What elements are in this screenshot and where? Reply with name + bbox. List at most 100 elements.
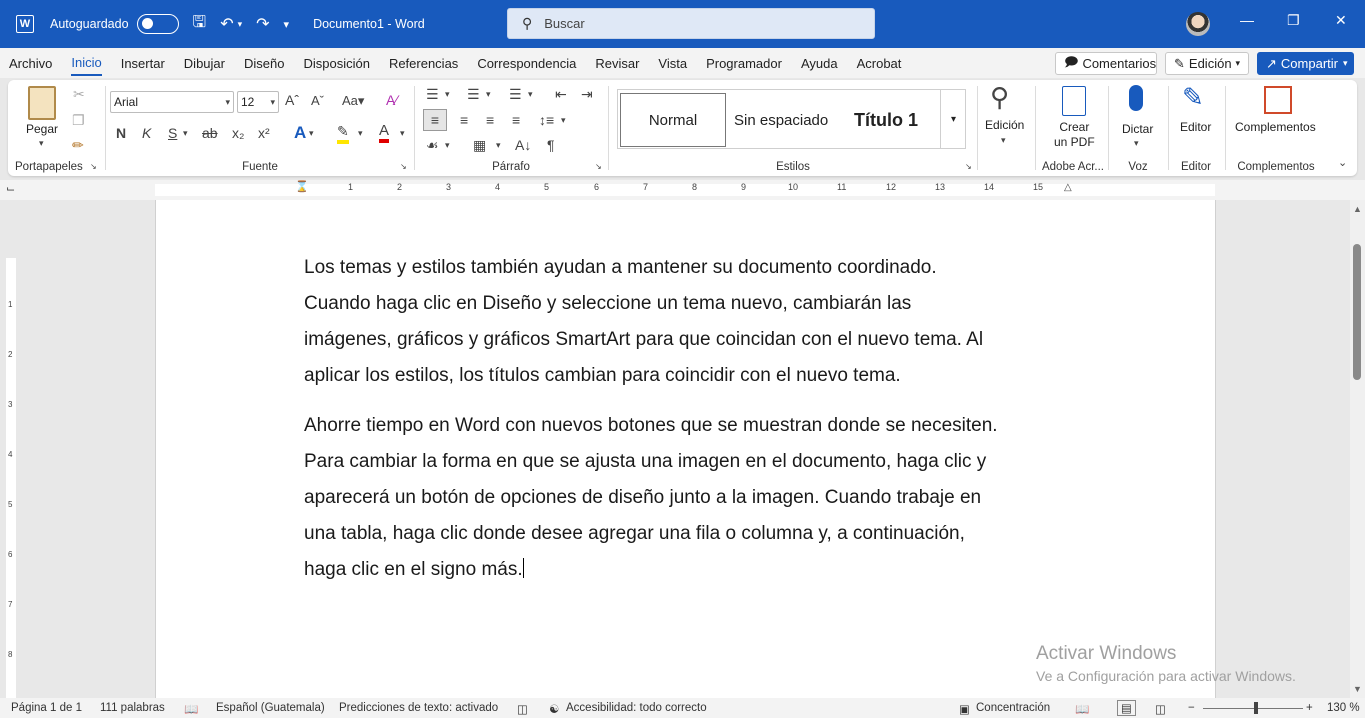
print-layout-icon[interactable]: ▤ xyxy=(1117,700,1136,716)
chevron-down-icon[interactable]: ▾ xyxy=(39,138,44,149)
chevron-down-icon[interactable]: ▾ xyxy=(309,128,314,139)
document-page[interactable]: Los temas y estilos también ayudan a man… xyxy=(155,200,1216,698)
redo-icon[interactable]: ↷ xyxy=(256,14,269,34)
create-pdf-icon[interactable] xyxy=(1062,86,1086,116)
strikethrough-button[interactable]: ab xyxy=(202,125,218,141)
paste-label[interactable]: Pegar xyxy=(26,122,58,137)
scroll-up-icon[interactable]: ▲ xyxy=(1353,204,1362,214)
autosave-toggle[interactable] xyxy=(136,14,179,34)
vertical-ruler[interactable]: 1 2 3 4 5 6 7 8 xyxy=(0,200,24,698)
chevron-down-icon[interactable]: ▾ xyxy=(400,128,405,139)
restore-icon[interactable]: ❐ xyxy=(1287,12,1300,29)
tab-archivo[interactable]: Archivo xyxy=(9,52,52,75)
tab-programador[interactable]: Programador xyxy=(706,52,782,75)
style-no-spacing[interactable]: Sin espaciado xyxy=(728,93,830,147)
dialog-launcher-icon[interactable]: ↘ xyxy=(595,162,602,171)
chevron-down-icon[interactable]: ▾ xyxy=(445,140,450,151)
chevron-down-icon[interactable]: ▾ xyxy=(496,140,501,151)
create-pdf-label[interactable]: Crear un PDF xyxy=(1054,120,1095,150)
focus-icon[interactable]: ▣ xyxy=(959,702,970,716)
macro-icon[interactable]: ◫ xyxy=(517,702,528,716)
find-icon[interactable]: ⚲ xyxy=(990,82,1009,113)
align-left-icon[interactable]: ≡ xyxy=(423,109,447,131)
font-size-select[interactable]: 12 ▾ xyxy=(237,91,279,113)
save-icon[interactable]: 🖫 xyxy=(193,11,207,38)
microphone-icon[interactable] xyxy=(1129,85,1143,111)
dialog-launcher-icon[interactable]: ↘ xyxy=(90,162,97,171)
chevron-down-icon[interactable]: ▾ xyxy=(486,89,491,100)
borders-icon[interactable]: ▦ xyxy=(473,137,486,154)
paragraph-1[interactable]: Los temas y estilos también ayudan a man… xyxy=(304,250,1084,394)
dialog-launcher-icon[interactable]: ↘ xyxy=(965,162,972,171)
read-mode-icon[interactable]: 📖 xyxy=(1075,702,1089,716)
style-normal[interactable]: Normal xyxy=(620,93,726,147)
tab-correspondencia[interactable]: Correspondencia xyxy=(477,52,576,75)
tab-inicio[interactable]: Inicio xyxy=(71,51,102,76)
user-avatar[interactable] xyxy=(1186,12,1210,36)
tab-ayuda[interactable]: Ayuda xyxy=(801,52,838,75)
format-painter-icon[interactable]: ✏ xyxy=(72,137,84,154)
undo-icon[interactable]: ↶ ▾ xyxy=(220,14,242,34)
comments-button[interactable]: 🗩 Comentarios xyxy=(1055,52,1157,75)
cut-icon[interactable]: ✂ xyxy=(73,86,85,103)
tab-dibujar[interactable]: Dibujar xyxy=(184,52,225,75)
decrease-indent-icon[interactable]: ⇤ xyxy=(555,86,567,103)
numbering-icon[interactable]: ☰ xyxy=(467,86,480,103)
collapse-ribbon-icon[interactable]: ⌄ xyxy=(1338,156,1347,169)
increase-indent-icon[interactable]: ⇥ xyxy=(581,86,593,103)
clear-formatting-icon[interactable]: A∕ xyxy=(386,92,398,108)
horizontal-ruler[interactable]: ⌙ 1 2 3 4 5 6 7 8 9 10 11 12 13 14 15 ⌛ … xyxy=(0,180,1365,200)
zoom-slider[interactable] xyxy=(1203,708,1303,709)
subscript-button[interactable]: x₂ xyxy=(232,125,244,141)
chevron-down-icon[interactable]: ▾ xyxy=(358,128,363,139)
tab-referencias[interactable]: Referencias xyxy=(389,52,458,75)
font-family-select[interactable]: Arial ▾ xyxy=(110,91,234,113)
show-formatting-icon[interactable]: ¶ xyxy=(547,137,555,153)
vertical-scrollbar[interactable]: ▲ ▼ xyxy=(1350,200,1365,698)
styles-more-button[interactable]: ▾ xyxy=(940,89,966,149)
justify-icon[interactable]: ≡ xyxy=(512,112,520,128)
editor-label[interactable]: Editor xyxy=(1180,120,1211,135)
web-layout-icon[interactable]: ◫ xyxy=(1155,702,1166,716)
align-center-icon[interactable]: ≡ xyxy=(460,112,468,128)
italic-button[interactable]: K xyxy=(142,125,151,141)
minimize-icon[interactable]: — xyxy=(1240,12,1254,28)
grow-font-icon[interactable]: Aˆ xyxy=(285,92,299,108)
sort-icon[interactable]: A↓ xyxy=(515,137,531,153)
tab-diseno[interactable]: Diseño xyxy=(244,52,284,75)
add-ins-label[interactable]: Complementos xyxy=(1235,120,1316,135)
focus-mode-button[interactable]: Concentración xyxy=(976,702,1050,714)
copy-icon[interactable]: ❐ xyxy=(72,112,85,129)
tab-revisar[interactable]: Revisar xyxy=(595,52,639,75)
line-spacing-icon[interactable]: ↕≡ xyxy=(539,112,554,128)
dialog-launcher-icon[interactable]: ↘ xyxy=(400,162,407,171)
zoom-level[interactable]: 130 % xyxy=(1327,702,1360,714)
accessibility-status[interactable]: Accesibilidad: todo correcto xyxy=(566,702,707,714)
highlight-icon[interactable]: ✎ xyxy=(337,123,349,144)
accessibility-icon[interactable]: ☯ xyxy=(549,702,559,716)
search-box[interactable]: ⚲ Buscar xyxy=(507,8,875,39)
editing-mode-button[interactable]: ✎ Edición ▾ xyxy=(1165,52,1249,75)
style-heading-1[interactable]: Título 1 xyxy=(848,93,938,147)
chevron-down-icon[interactable]: ▾ xyxy=(1134,138,1139,149)
dictate-label[interactable]: Dictar xyxy=(1122,122,1153,137)
tab-acrobat[interactable]: Acrobat xyxy=(857,52,902,75)
tab-disposicion[interactable]: Disposición xyxy=(303,52,369,75)
chevron-down-icon[interactable]: ▾ xyxy=(1001,135,1006,146)
tab-vista[interactable]: Vista xyxy=(658,52,687,75)
bullets-icon[interactable]: ☰ xyxy=(426,86,439,103)
indent-marker-icon[interactable]: ⌛ xyxy=(295,180,309,193)
zoom-slider-thumb[interactable] xyxy=(1254,702,1258,714)
text-effects-icon[interactable]: A xyxy=(294,123,306,143)
scroll-down-icon[interactable]: ▼ xyxy=(1353,684,1362,694)
text-predictions-status[interactable]: Predicciones de texto: activado xyxy=(339,702,498,714)
zoom-in-icon[interactable]: + xyxy=(1306,702,1313,714)
chevron-down-icon[interactable]: ▾ xyxy=(445,89,450,100)
underline-button[interactable]: S xyxy=(168,125,177,141)
customize-toolbar-icon[interactable]: ▾ xyxy=(284,18,290,31)
chevron-down-icon[interactable]: ▾ xyxy=(528,89,533,100)
chevron-down-icon[interactable]: ▾ xyxy=(183,128,188,139)
multilevel-list-icon[interactable]: ☰ xyxy=(509,86,522,103)
chevron-down-icon[interactable]: ▾ xyxy=(561,115,566,126)
add-ins-icon[interactable] xyxy=(1264,86,1292,114)
